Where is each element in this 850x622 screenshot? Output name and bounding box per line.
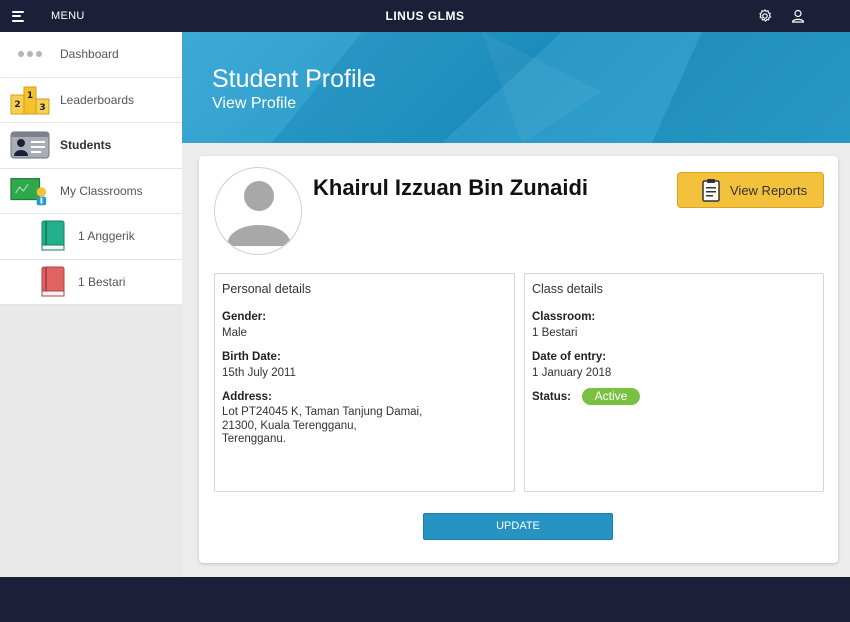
- update-button[interactable]: UPDATE: [423, 513, 613, 540]
- address-label: Address:: [222, 391, 272, 403]
- date-of-entry-value: 1 January 2018: [532, 367, 612, 379]
- address-value: Lot PT24045 K, Taman Tanjung Damai, 2130…: [222, 406, 423, 445]
- personal-details-panel: Personal details Gender: Male Birth Date…: [214, 273, 515, 492]
- clipboard-icon: [702, 179, 720, 202]
- sidebar-item-label: 1 Bestari: [78, 274, 126, 289]
- status-badge: Active: [582, 388, 640, 405]
- date-of-entry-label: Date of entry:: [532, 351, 607, 363]
- class-details-panel: Class details Classroom: 1 Bestari Date …: [524, 273, 824, 492]
- svg-text:2: 2: [14, 100, 20, 110]
- podium-icon: 1 2 3: [10, 85, 50, 115]
- svg-text:1: 1: [27, 91, 33, 101]
- sidebar-item-students[interactable]: Students: [0, 123, 182, 169]
- red-book-icon: [38, 266, 68, 298]
- birth-date-label: Birth Date:: [222, 351, 281, 363]
- view-reports-label: View Reports: [730, 182, 808, 198]
- dots-icon: [10, 50, 50, 58]
- user-icon[interactable]: [790, 8, 806, 24]
- id-card-icon: [10, 130, 50, 160]
- sidebar-item-leaderboards[interactable]: 1 2 3 Leaderboards: [0, 77, 182, 123]
- avatar-placeholder-icon: [227, 181, 291, 246]
- top-bar: MENU LINUS GLMS: [0, 0, 850, 32]
- footer-bar: [0, 577, 850, 622]
- gender-label: Gender:: [222, 311, 267, 323]
- birth-date-value: 15th July 2011: [222, 367, 296, 379]
- sidebar-item-label: Leaderboards: [60, 92, 135, 107]
- sidebar-item-1-bestari[interactable]: 1 Bestari: [0, 259, 182, 305]
- sidebar-item-label: My Classrooms: [60, 183, 143, 198]
- sidebar: Dashboard 1 2 3 Leaderboards Students My…: [0, 32, 182, 577]
- student-name: Khairul Izzuan Bin Zunaidi: [313, 175, 588, 200]
- main-content: Student Profile View Profile Khairul Izz…: [182, 32, 850, 577]
- avatar: [214, 167, 302, 255]
- sidebar-item-dashboard[interactable]: Dashboard: [0, 32, 182, 78]
- app-title: LINUS GLMS: [385, 9, 465, 23]
- panel-title: Personal details: [222, 282, 311, 296]
- sidebar-item-label: 1 Anggerik: [78, 229, 135, 244]
- gender-value: Male: [222, 327, 247, 339]
- panel-title: Class details: [532, 282, 603, 296]
- sidebar-item-1-anggerik[interactable]: 1 Anggerik: [0, 214, 182, 260]
- classroom-value: 1 Bestari: [532, 327, 578, 339]
- gear-icon[interactable]: [757, 8, 773, 24]
- view-reports-button[interactable]: View Reports: [677, 172, 824, 208]
- sidebar-item-label: Dashboard: [60, 47, 119, 62]
- sidebar-item-my-classrooms[interactable]: My Classrooms: [0, 168, 182, 214]
- green-book-icon: [38, 220, 68, 252]
- page-banner: Student Profile View Profile: [182, 32, 850, 143]
- profile-card: Khairul Izzuan Bin Zunaidi View Reports …: [199, 156, 838, 563]
- classroom-label: Classroom:: [532, 311, 596, 323]
- page-title: Student Profile: [212, 65, 376, 93]
- status-label: Status:: [532, 391, 571, 403]
- classroom-icon: [10, 175, 50, 207]
- svg-text:3: 3: [39, 103, 45, 113]
- sidebar-item-label: Students: [60, 138, 112, 153]
- page-subtitle: View Profile: [212, 95, 297, 112]
